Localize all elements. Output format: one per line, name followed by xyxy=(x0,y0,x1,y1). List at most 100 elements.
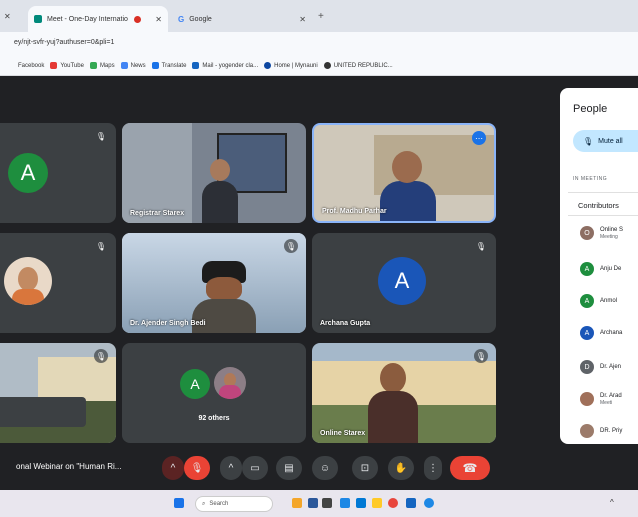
bookmark-translate[interactable]: Translate xyxy=(151,62,186,69)
participant-name: Online S xyxy=(600,227,624,233)
avatar: A xyxy=(580,262,594,276)
app-icon[interactable] xyxy=(340,498,350,508)
camera-icon: ▭ xyxy=(250,462,260,474)
bookmark-home[interactable]: Home | Mynauni xyxy=(264,62,318,69)
participant-row[interactable]: Dr. Arad Meeti xyxy=(580,392,622,406)
bookmark-news[interactable]: News xyxy=(120,62,146,69)
mic-off-icon: 🎙 xyxy=(474,349,488,363)
participant-role: Meeting xyxy=(600,234,618,240)
participant-name: Dr. Arad xyxy=(600,393,622,399)
person-head xyxy=(392,151,422,183)
raise-hand-button[interactable]: ✋ xyxy=(388,456,414,480)
tab-label: Meet - One-Day Internatio xyxy=(47,15,128,23)
participant-name: Anmol xyxy=(600,298,618,304)
participant-photo xyxy=(580,424,594,438)
taskbar-search[interactable]: ⌕ Search xyxy=(195,496,273,512)
participant-name: Dr. Ajender Singh Bedi xyxy=(130,320,206,327)
hang-up-icon: ☎ xyxy=(462,461,478,475)
mic-off-icon: 🎙 xyxy=(284,239,298,253)
mic-off-icon: 🎙 xyxy=(475,241,487,251)
avatar: A xyxy=(580,326,594,340)
camera-button[interactable]: ▭ xyxy=(242,456,268,480)
chevron-up-icon[interactable]: ^ xyxy=(610,498,614,507)
hand-icon: ✋ xyxy=(394,462,408,474)
app-icon[interactable] xyxy=(292,498,302,508)
bookmark-youtube[interactable]: YouTube xyxy=(50,62,84,69)
more-options-button[interactable]: ⋮ xyxy=(424,456,442,480)
tab-label: Google xyxy=(189,15,212,23)
tab-google[interactable]: G Google ✕ xyxy=(172,6,312,32)
app-icon[interactable] xyxy=(406,498,416,508)
meeting-title: onal Webinar on "Human Ri... xyxy=(16,462,122,471)
globe-icon xyxy=(323,62,331,69)
others-tile[interactable]: A 92 others xyxy=(122,343,306,443)
close-icon[interactable]: ✕ xyxy=(155,15,162,24)
bookmark-facebook[interactable]: Facebook xyxy=(18,63,44,69)
mic-options-button[interactable]: ^ xyxy=(162,456,184,480)
mute-all-label: Mute all xyxy=(598,137,623,145)
present-button[interactable]: ⊡ xyxy=(352,456,378,480)
bookmark-mail[interactable]: Mail - yogender cla... xyxy=(192,62,258,69)
participant-row[interactable]: O Online S Meeting xyxy=(580,226,623,240)
google-icon: G xyxy=(178,14,185,24)
maps-icon xyxy=(89,62,97,69)
tab-meet[interactable]: Meet - One-Day Internatio ✕ xyxy=(28,6,168,32)
leave-call-button[interactable]: ☎ xyxy=(450,456,490,480)
people-panel: People 🎙 Mute all IN MEETING Contributor… xyxy=(560,88,638,444)
browser-tab-bar: ✕ Meet - One-Day Internatio ✕ G Google ✕… xyxy=(0,0,638,32)
close-icon[interactable]: ✕ xyxy=(299,15,306,24)
mail-icon[interactable] xyxy=(356,498,366,508)
participant-row[interactable]: A Archana xyxy=(580,326,622,340)
contributors-section[interactable]: Contributors xyxy=(568,192,638,216)
participant-tile-speaking[interactable]: ⋯ Prof. Madhu Parhar xyxy=(312,123,496,223)
new-tab-icon[interactable]: + xyxy=(318,11,324,22)
chevron-up-icon: ^ xyxy=(170,462,176,474)
person-silhouette xyxy=(202,181,238,223)
app-icon[interactable] xyxy=(322,498,332,508)
participant-name: Online Starex xyxy=(320,430,366,437)
participant-tile[interactable]: A 🎙 xyxy=(0,123,116,223)
participant-tile[interactable]: 🎙 Dr. Ajender Singh Bedi xyxy=(122,233,306,333)
participant-name: Prof. Madhu Parhar xyxy=(322,208,387,215)
windows-start-icon[interactable] xyxy=(174,498,184,508)
participant-name: Archana Gupta xyxy=(320,320,371,327)
bookmark-united[interactable]: UNITED REPUBLIC... xyxy=(323,62,393,69)
mic-off-icon: 🎙 xyxy=(583,136,594,146)
microphone-button[interactable]: 🎙 xyxy=(184,456,210,480)
avatar: A xyxy=(580,294,594,308)
participant-row[interactable]: DR. Priy xyxy=(580,424,622,438)
camera-options-button[interactable]: ^ xyxy=(220,456,242,480)
more-options-icon[interactable]: ⋯ xyxy=(472,131,486,145)
participant-tile[interactable]: Registrar Starex xyxy=(122,123,306,223)
mute-all-button[interactable]: 🎙 Mute all xyxy=(573,130,638,152)
participant-tile[interactable]: 🎙 Online Starex xyxy=(312,343,496,443)
translate-icon xyxy=(151,62,159,69)
person-silhouette xyxy=(380,181,436,221)
chrome-icon[interactable] xyxy=(388,498,398,508)
contributors-label: Contributors xyxy=(578,201,619,210)
edge-icon[interactable] xyxy=(424,498,434,508)
participant-row[interactable]: A Anmol xyxy=(580,294,617,308)
video-background xyxy=(122,123,192,223)
participant-tile[interactable]: A 🎙 Archana Gupta xyxy=(312,233,496,333)
folder-icon[interactable] xyxy=(372,498,382,508)
participant-name: Anju De xyxy=(600,266,622,272)
participant-tile[interactable]: 🎙 xyxy=(0,343,116,443)
more-vert-icon: ⋮ xyxy=(428,462,438,474)
participant-name: DR. Priy xyxy=(600,428,623,434)
participant-photo xyxy=(580,392,594,406)
os-taskbar: ⌕ Search ^ xyxy=(0,490,638,517)
bookmark-maps[interactable]: Maps xyxy=(89,62,115,69)
close-tab-icon[interactable]: ✕ xyxy=(4,12,11,21)
section-label: IN MEETING xyxy=(573,176,608,182)
emoji-button[interactable]: ☺ xyxy=(312,456,338,480)
youtube-icon xyxy=(50,62,58,69)
participant-row[interactable]: A Anju De xyxy=(580,262,621,276)
home-icon xyxy=(264,62,272,69)
participant-row[interactable]: D Dr. Ajen xyxy=(580,360,621,374)
meet-icon xyxy=(34,15,42,23)
address-bar[interactable]: ey/njt-svfr-yuj?authuser=0&pli=1 xyxy=(0,32,638,56)
app-icon[interactable] xyxy=(308,498,318,508)
captions-button[interactable]: ▤ xyxy=(276,456,302,480)
participant-tile[interactable]: 🎙 xyxy=(0,233,116,333)
